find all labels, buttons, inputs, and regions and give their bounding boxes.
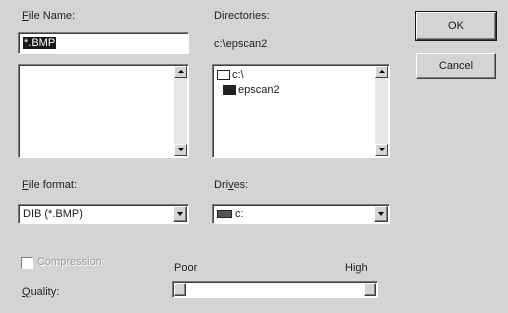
file-format-label: File format:: [22, 179, 78, 191]
quality-max-label: High: [345, 262, 368, 274]
compression-label: Compression: [37, 256, 102, 268]
drives-label: Drives:: [214, 179, 249, 191]
file-list-scrollbar[interactable]: [174, 66, 187, 156]
file-list[interactable]: [18, 64, 189, 158]
quality-label: Quality:: [22, 286, 60, 298]
quality-min-label: Poor: [174, 262, 198, 274]
quality-slider-right-arrow[interactable]: [364, 283, 376, 296]
chevron-down-icon: [378, 212, 384, 216]
file-name-value: *.BMP: [23, 37, 57, 49]
drives-select[interactable]: c:: [212, 204, 390, 224]
drives-dropdown-button[interactable]: [374, 206, 388, 222]
file-format-value: DIB (*.BMP): [23, 208, 83, 220]
file-format-select[interactable]: DIB (*.BMP): [18, 204, 189, 224]
directory-item-root[interactable]: c:\: [217, 69, 244, 81]
drives-value: c:: [235, 208, 244, 220]
hard-drive-icon: [217, 210, 232, 219]
directory-list[interactable]: c:\ epscan2: [212, 64, 390, 158]
chevron-down-icon: [177, 212, 183, 216]
quality-slider[interactable]: [172, 281, 378, 298]
file-name-label: File Name:: [22, 10, 76, 22]
closed-folder-icon: [223, 85, 236, 96]
directories-label: Directories:: [214, 10, 270, 22]
directory-scroll-up-icon[interactable]: [375, 66, 388, 78]
file-list-scroll-up-icon[interactable]: [174, 66, 187, 78]
quality-slider-left-arrow[interactable]: [174, 283, 186, 296]
file-format-dropdown-button[interactable]: [173, 206, 187, 222]
file-name-input[interactable]: *.BMP: [18, 32, 189, 54]
directory-list-scrollbar[interactable]: [375, 66, 388, 156]
compression-checkbox[interactable]: [21, 257, 33, 269]
open-folder-icon: [217, 70, 230, 81]
file-list-scroll-down-icon[interactable]: [174, 144, 187, 156]
current-directory-path: c:\epscan2: [214, 38, 268, 50]
cancel-button[interactable]: Cancel: [416, 53, 496, 79]
directory-item-epscan2[interactable]: epscan2: [223, 84, 280, 96]
directory-scroll-down-icon[interactable]: [375, 144, 388, 156]
ok-button[interactable]: OK: [416, 12, 496, 40]
